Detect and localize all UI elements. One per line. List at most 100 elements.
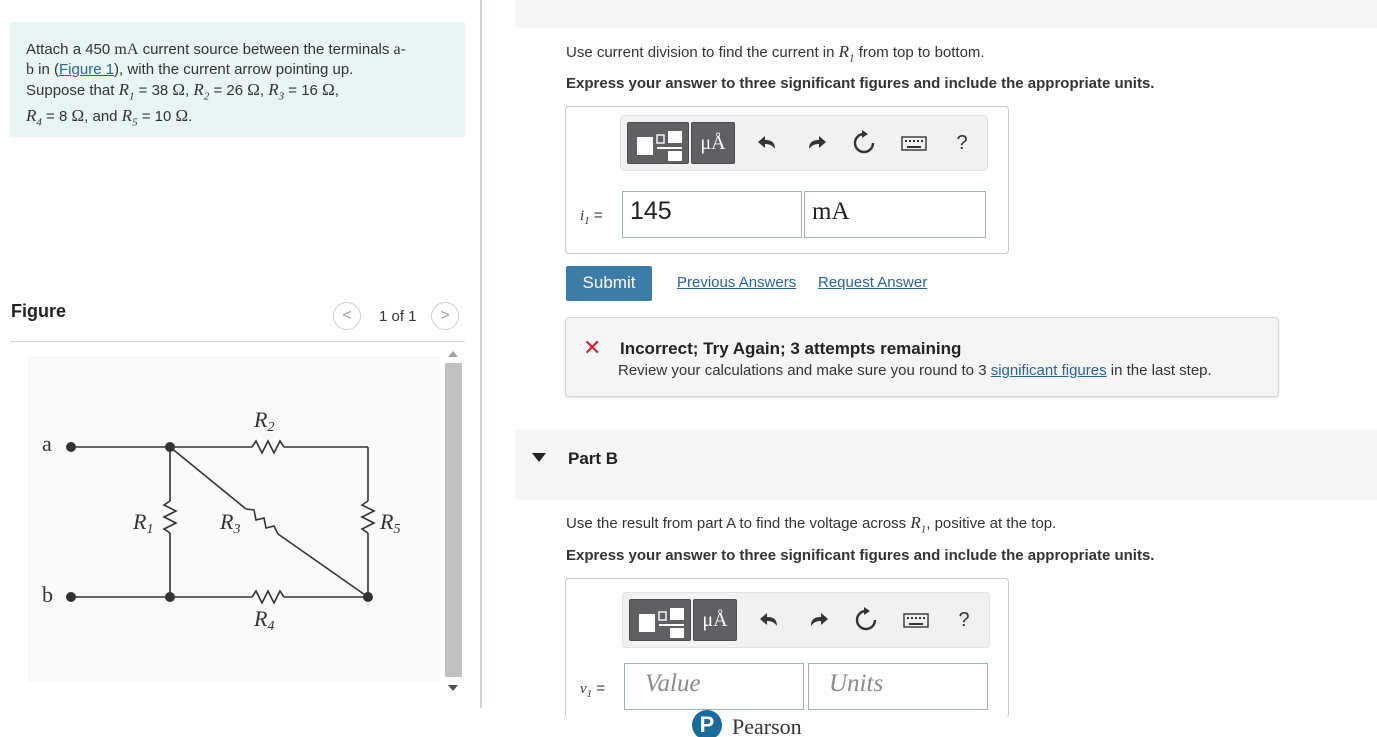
keyboard-icon[interactable] (899, 130, 929, 156)
problem-text: Attach a 450 (26, 41, 115, 58)
collapse-caret-icon[interactable] (532, 453, 546, 462)
part-b-var-label: v1 = (580, 680, 605, 700)
ohm-symbol: Ω (322, 80, 335, 99)
pearson-wordmark: Pearson (732, 714, 802, 737)
label-r4: R4 (253, 606, 274, 634)
feedback-text: in the last step. (1106, 362, 1212, 379)
var-letter: v (580, 681, 587, 697)
feedback-detail: Review your calculations and make sure y… (618, 362, 1212, 379)
part-b-units-input[interactable]: Units (808, 663, 988, 710)
and-text: , and (84, 108, 122, 126)
redo-icon[interactable] (805, 607, 831, 633)
pane-divider[interactable] (480, 0, 482, 708)
figure-counter: 1 of 1 (379, 308, 417, 325)
part-a-instruction: Use current division to find the current… (566, 42, 985, 64)
r5-letter: R (121, 106, 133, 126)
redo-icon[interactable] (803, 130, 829, 156)
equals-sign: = (589, 207, 603, 224)
r5-sub: 5 (393, 522, 400, 537)
error-icon: ✕ (583, 335, 602, 360)
scrollbar-thumb[interactable] (445, 363, 462, 677)
instruction-text: from top to bottom. (854, 44, 985, 61)
r-letter: R (838, 42, 850, 61)
ohm-symbol: Ω (71, 106, 85, 126)
previous-answers-link[interactable]: Previous Answers (677, 274, 796, 291)
chevron-left-icon: < (342, 307, 352, 324)
r3-letter: R (268, 80, 279, 99)
r3-symbol: R3 (268, 80, 284, 102)
node (165, 592, 175, 602)
problem-text: ), with the current arrow pointing up. (114, 61, 354, 78)
comma: , (334, 82, 339, 99)
part-b-header[interactable]: Part B (515, 430, 1377, 500)
circuit-figure: a b R1 R2 R3 R4 R5 (28, 356, 440, 682)
figure-link[interactable]: Figure 1 (59, 61, 114, 78)
part-b-title[interactable]: Part B (568, 449, 618, 469)
templates-icon (639, 608, 684, 638)
terminal-b-ref: b (26, 61, 34, 78)
part-a-units-input[interactable]: mA (804, 191, 986, 238)
r2-sub: 2 (267, 420, 274, 435)
figure-next-button[interactable]: > (431, 302, 459, 330)
resistor-r1 (162, 500, 178, 534)
resistor-r4 (251, 589, 285, 605)
terminal-b (66, 592, 76, 602)
r4-symbol: R4 (26, 106, 42, 128)
terminal-a-ref: a (393, 41, 401, 58)
units-button[interactable]: μÅ (693, 599, 737, 641)
pearson-p-icon: P (692, 710, 722, 737)
help-icon[interactable]: ? (951, 607, 977, 633)
reset-icon[interactable] (853, 607, 879, 633)
undo-icon[interactable] (757, 607, 783, 633)
submit-button[interactable]: Submit (566, 266, 652, 301)
units-button[interactable]: μÅ (691, 122, 735, 164)
figure-scrollbar[interactable] (445, 345, 462, 697)
wire-diag-upper (169, 446, 247, 510)
figure-prev-button[interactable]: < (333, 302, 361, 330)
label-r3: R3 (219, 509, 240, 537)
significant-figures-link[interactable]: significant figures (991, 362, 1107, 379)
part-b-instruction: Use the result from part A to find the v… (566, 513, 1056, 535)
part-a-header-band (515, 0, 1377, 28)
r1-symbol: R1 (838, 42, 855, 64)
reset-icon[interactable] (851, 130, 877, 156)
math-toolbar: μÅ ? (622, 592, 990, 648)
equals-sign: = (592, 680, 606, 697)
label-r2: R2 (253, 407, 274, 435)
math-toolbar: μÅ ? (620, 115, 988, 171)
node (165, 442, 175, 452)
templates-button[interactable] (629, 599, 691, 641)
current-unit: mA (114, 41, 139, 58)
part-b-value-input[interactable]: Value (624, 663, 804, 710)
undo-icon[interactable] (755, 130, 781, 156)
templates-button[interactable] (627, 122, 689, 164)
r1-letter: R (118, 80, 129, 99)
node (363, 592, 373, 602)
r4-value: = 8 (41, 108, 72, 126)
instruction-text: Use the result from part A to find the v… (566, 515, 911, 532)
r5-letter: R (379, 509, 394, 534)
r1-symbol: R1 (118, 80, 135, 102)
r1-sub: 1 (146, 522, 153, 537)
part-b-format-note: Express your answer to three significant… (566, 547, 1155, 564)
label-r1: R1 (132, 509, 153, 537)
dash: - (400, 41, 406, 58)
part-b-answer-box: μÅ ? v1 = Value Units (565, 578, 1009, 718)
request-answer-link[interactable]: Request Answer (818, 274, 927, 291)
scroll-down-icon[interactable] (448, 685, 458, 691)
help-icon[interactable]: ? (949, 130, 975, 156)
units-placeholder: Units (829, 670, 884, 697)
templates-icon (637, 131, 682, 161)
r2-letter: R (253, 407, 268, 432)
part-a-value-input[interactable]: 145 (622, 191, 802, 238)
figure-header: Figure < 1 of 1 > (10, 298, 465, 342)
chevron-right-icon: > (440, 307, 450, 324)
scroll-up-icon[interactable] (448, 351, 458, 357)
ohm-symbol: Ω (247, 80, 260, 99)
terminal-a (66, 442, 76, 452)
keyboard-icon[interactable] (901, 607, 931, 633)
r-letter: R (910, 513, 921, 532)
feedback-text: Review your calculations and make sure y… (618, 362, 991, 379)
part-a-format-note: Express your answer to three significant… (566, 75, 1155, 92)
feedback-title: Incorrect; Try Again; 3 attempts remaini… (620, 339, 962, 358)
